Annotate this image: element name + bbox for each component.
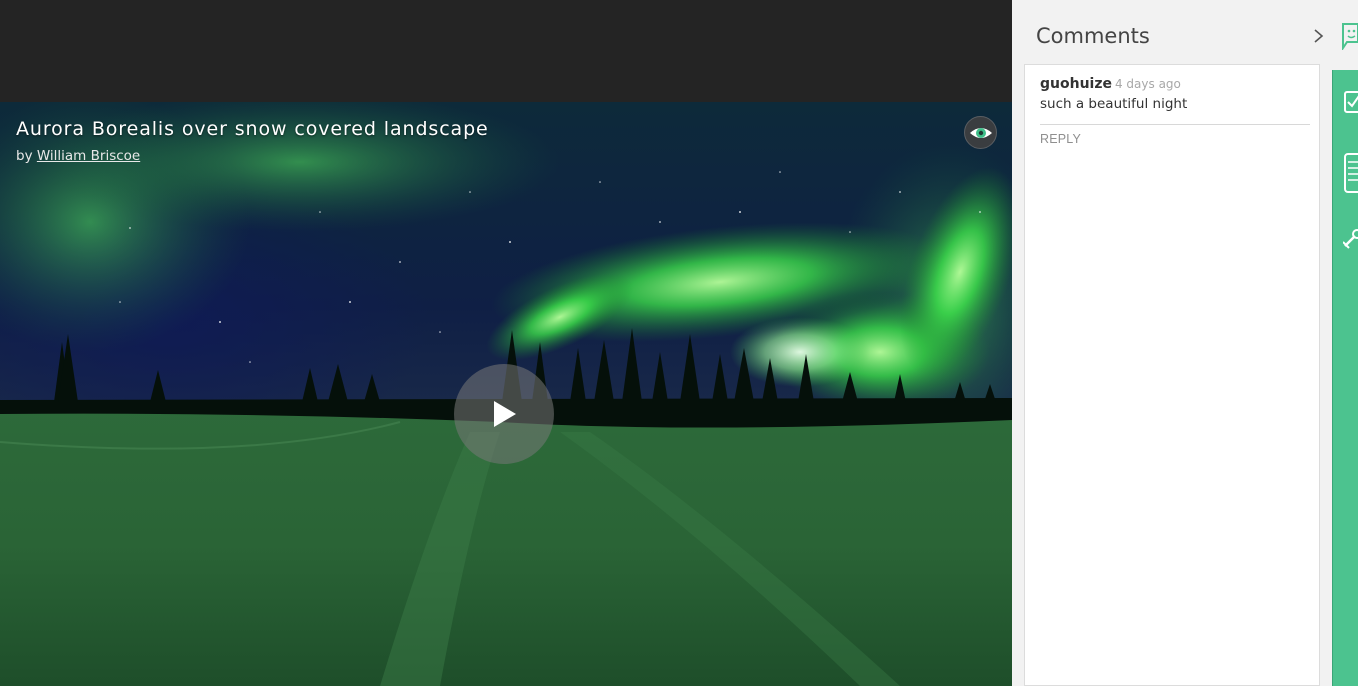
comments-panel: Comments guohuize 4 days ago such a beaut… [1012, 0, 1332, 686]
notes-icon[interactable] [1343, 152, 1358, 194]
reply-button[interactable]: REPLY [1040, 132, 1310, 146]
video-top-bar [0, 0, 1012, 102]
comment-timestamp: 4 days ago [1114, 77, 1181, 91]
play-button[interactable] [454, 364, 554, 464]
byline-prefix: by [16, 148, 33, 164]
checkbox-icon[interactable] [1343, 88, 1358, 116]
comment-tab-button[interactable] [1341, 18, 1358, 52]
eye-icon [970, 128, 992, 138]
tools-rail [1332, 70, 1358, 686]
comment-icon [1342, 23, 1358, 52]
video-byline: by William Briscoe [16, 148, 140, 164]
comment-text: such a beautiful night [1040, 96, 1188, 112]
video-title: Aurora Borealis over snow covered landsc… [16, 118, 489, 140]
comments-title: Comments [1036, 24, 1150, 48]
app-root: Aurora Borealis over snow covered landsc… [0, 0, 1358, 686]
comment-item: guohuize 4 days ago such a beautiful nigh… [1040, 75, 1310, 146]
play-icon [494, 401, 516, 427]
wrench-icon[interactable] [1343, 228, 1358, 252]
collapse-panel-button[interactable] [1312, 27, 1326, 45]
comment-username[interactable]: guohuize [1040, 76, 1112, 92]
author-link[interactable]: William Briscoe [37, 148, 140, 164]
comment-meta: guohuize 4 days ago [1040, 75, 1310, 93]
tool-strip [1332, 0, 1358, 686]
video-player: Aurora Borealis over snow covered landsc… [0, 0, 1012, 686]
comment-divider [1040, 124, 1310, 125]
vr-mode-button[interactable] [964, 116, 997, 149]
comment-list: guohuize 4 days ago such a beautiful nigh… [1024, 64, 1320, 686]
chevron-right-icon [1314, 29, 1324, 43]
